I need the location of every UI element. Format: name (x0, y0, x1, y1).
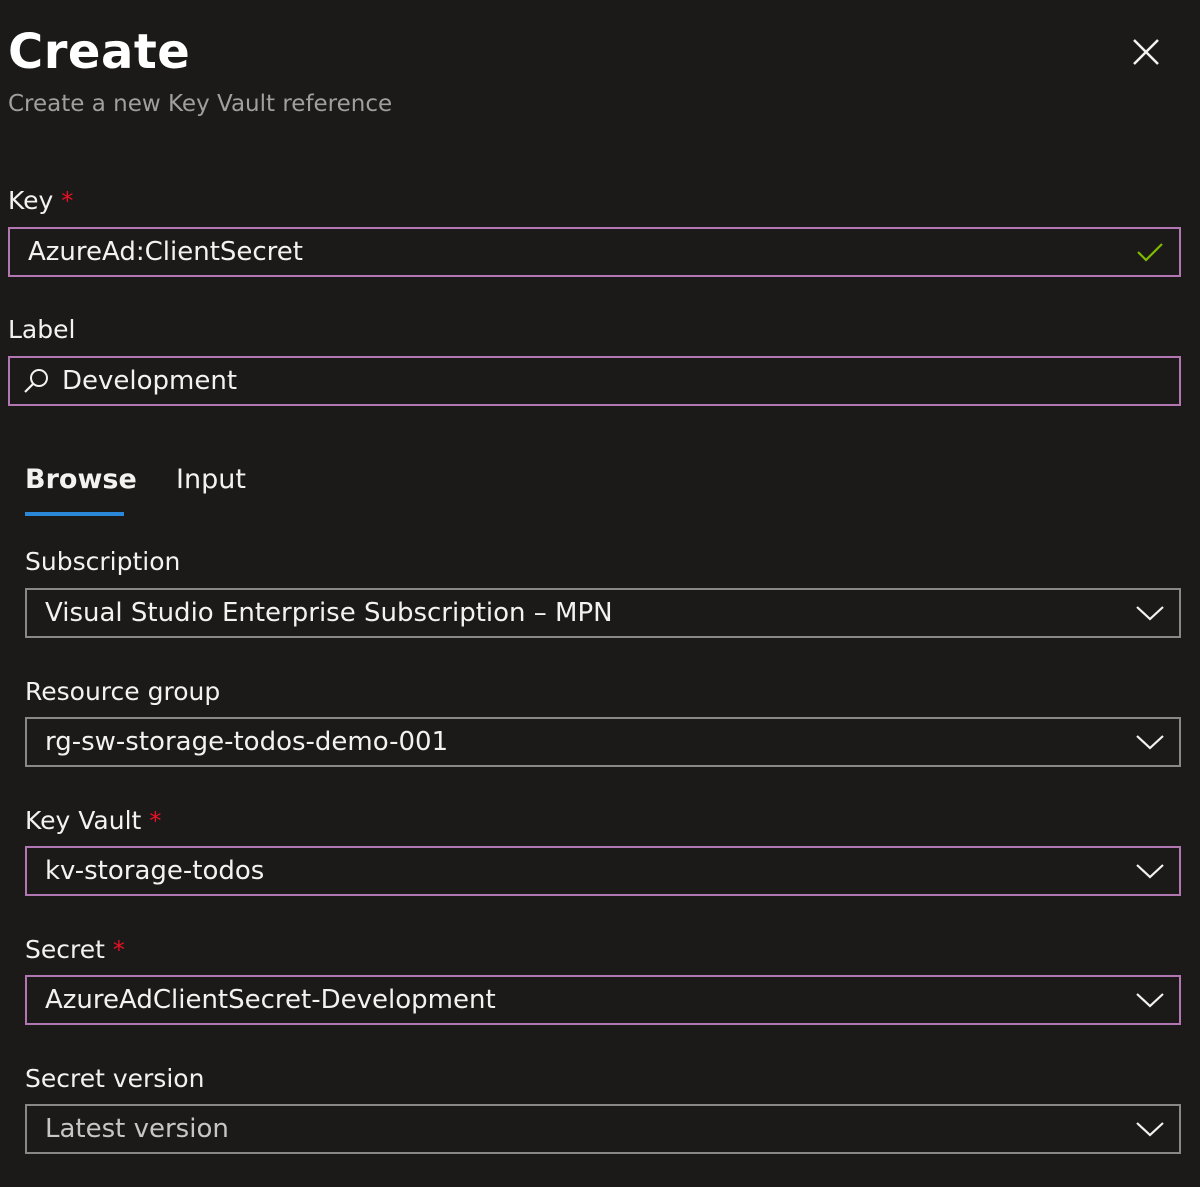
panel-subtitle: Create a new Key Vault reference (8, 91, 393, 117)
label-input[interactable]: Development (8, 356, 1181, 406)
resource-group-dropdown[interactable]: rg-sw-storage-todos-demo-001 (25, 717, 1181, 767)
label-input-value: Development (62, 366, 238, 396)
secret-version-dropdown[interactable]: Latest version (25, 1104, 1181, 1154)
tab-browse[interactable]: Browse (25, 463, 137, 497)
label-field-label: Label (8, 315, 76, 344)
chevron-down-icon (1135, 727, 1165, 757)
chevron-down-icon (1135, 985, 1165, 1015)
search-icon (10, 367, 54, 395)
key-vault-value: kv-storage-todos (45, 856, 265, 886)
key-vault-label: Key Vault * (25, 805, 161, 837)
secret-version-label: Secret version (25, 1064, 205, 1093)
key-input[interactable]: AzureAd:ClientSecret (8, 227, 1181, 277)
chevron-down-icon (1135, 1114, 1165, 1144)
secret-value: AzureAdClientSecret-Development (45, 985, 496, 1015)
close-icon (1133, 39, 1159, 65)
secret-label: Secret * (25, 934, 125, 966)
checkmark-icon (1135, 237, 1165, 267)
key-vault-label-text: Key Vault (25, 806, 142, 835)
subscription-dropdown[interactable]: Visual Studio Enterprise Subscription – … (25, 588, 1181, 638)
subscription-label: Subscription (25, 547, 181, 576)
active-tab-indicator (25, 512, 124, 516)
secret-version-value: Latest version (45, 1114, 229, 1144)
key-label: Key * (8, 185, 73, 217)
key-input-value: AzureAd:ClientSecret (28, 237, 303, 267)
panel-title: Create (8, 24, 191, 80)
required-marker: * (61, 187, 74, 215)
chevron-down-icon (1135, 856, 1165, 886)
close-button[interactable] (1124, 30, 1168, 74)
secret-dropdown[interactable]: AzureAdClientSecret-Development (25, 975, 1181, 1025)
secret-label-text: Secret (25, 935, 105, 964)
required-marker: * (112, 936, 125, 964)
chevron-down-icon (1135, 598, 1165, 628)
subscription-value: Visual Studio Enterprise Subscription – … (45, 598, 613, 628)
tab-input[interactable]: Input (176, 463, 246, 497)
resource-group-value: rg-sw-storage-todos-demo-001 (45, 727, 449, 757)
key-vault-dropdown[interactable]: kv-storage-todos (25, 846, 1181, 896)
create-key-vault-reference-panel: Create Create a new Key Vault reference … (0, 0, 1200, 1187)
required-marker: * (149, 807, 162, 835)
key-label-text: Key (8, 186, 54, 215)
resource-group-label: Resource group (25, 677, 221, 706)
